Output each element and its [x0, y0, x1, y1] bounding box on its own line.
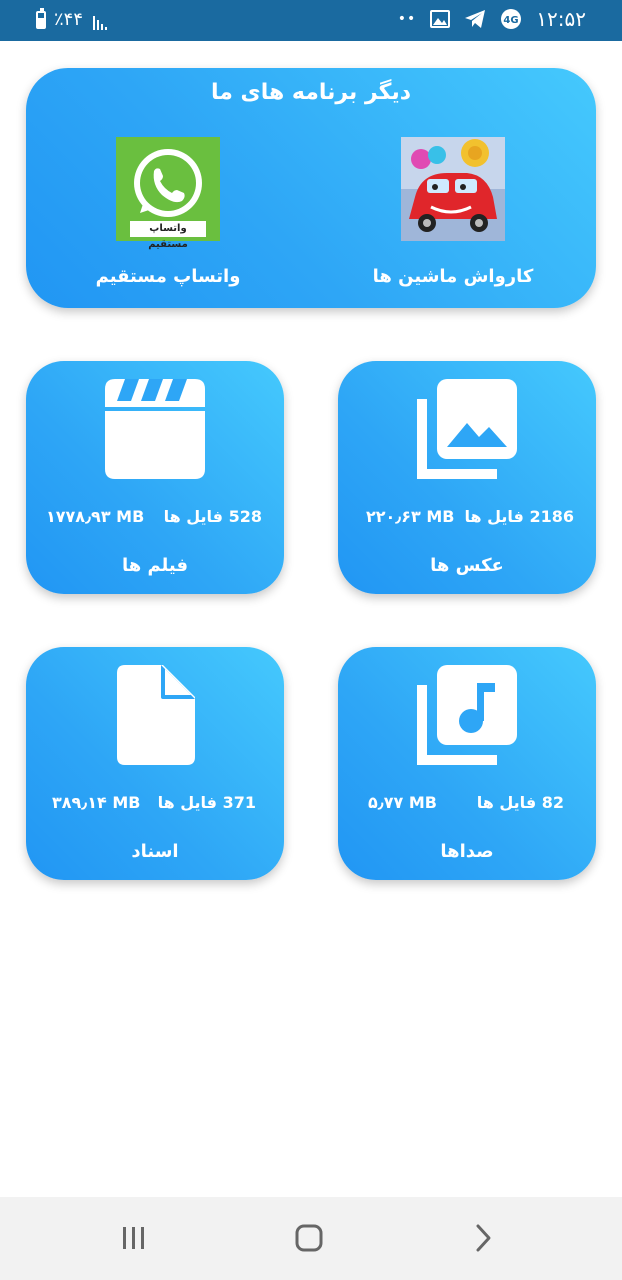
- battery-percentage: ٪۴۴: [54, 9, 84, 30]
- music-note-icon: [417, 665, 517, 765]
- audio-size: ۵٫۷۷ MB: [368, 793, 437, 812]
- clapperboard-icon: [105, 379, 205, 479]
- clock: ۱۲:۵۲: [536, 7, 586, 31]
- photos-size: ۲۲۰٫۶۳ MB: [366, 507, 455, 526]
- documents-card[interactable]: 371 فایل ها ۳۸۹٫۱۴ MB اسناد: [26, 647, 284, 880]
- videos-size: ۱۷۷۸٫۹۳ MB: [46, 507, 145, 526]
- videos-file-count: 528 فایل ها: [163, 507, 262, 526]
- photos-label: عکس ها: [430, 555, 504, 576]
- audio-label: صداها: [440, 841, 494, 862]
- navigation-bar: [0, 1197, 622, 1280]
- back-icon[interactable]: [463, 1223, 503, 1253]
- car-wash-app-icon[interactable]: [401, 137, 505, 241]
- image-notification-icon: [430, 10, 451, 28]
- audio-file-count: 82 فایل ها: [476, 793, 564, 812]
- notification-dots: ••: [397, 11, 417, 27]
- photos-file-count: 2186 فایل ها: [464, 507, 574, 526]
- other-apps-card: دیگر برنامه های ما کارواش ماشین ها واتسا…: [26, 68, 596, 308]
- other-apps-title: دیگر برنامه های ما: [211, 80, 411, 105]
- photos-icon: [417, 379, 517, 479]
- whatsapp-direct-app-icon[interactable]: واتساپ مستقیم: [116, 137, 220, 250]
- status-right-group: •• 4G ۱۲:۵۲: [398, 7, 586, 31]
- documents-label: اسناد: [131, 841, 179, 862]
- recent-apps-icon[interactable]: [114, 1223, 154, 1253]
- signal-icon: [93, 10, 108, 30]
- svg-text:4G: 4G: [504, 15, 519, 26]
- whatsapp-icon-caption: واتساپ مستقیم: [130, 221, 206, 250]
- battery-icon: [36, 7, 46, 29]
- videos-card[interactable]: 528 فایل ها ۱۷۷۸٫۹۳ MB فیلم ها: [26, 361, 284, 594]
- car-wash-app-label[interactable]: کارواش ماشین ها: [333, 266, 573, 287]
- documents-file-count: 371 فایل ها: [157, 793, 256, 812]
- home-icon[interactable]: [289, 1223, 329, 1253]
- document-icon: [105, 665, 205, 765]
- vpn-icon: 4G: [501, 9, 522, 29]
- videos-label: فیلم ها: [121, 555, 189, 576]
- audio-card[interactable]: 82 فایل ها ۵٫۷۷ MB صداها: [338, 647, 596, 880]
- documents-size: ۳۸۹٫۱۴ MB: [52, 793, 141, 812]
- whatsapp-direct-app-label[interactable]: واتساپ مستقیم: [48, 266, 288, 287]
- photos-card[interactable]: 2186 فایل ها ۲۲۰٫۶۳ MB عکس ها: [338, 361, 596, 594]
- status-bar: ٪۴۴ •• 4G ۱۲:۵۲: [0, 0, 622, 41]
- status-left-group: ٪۴۴: [36, 7, 108, 30]
- telegram-icon: [465, 10, 486, 28]
